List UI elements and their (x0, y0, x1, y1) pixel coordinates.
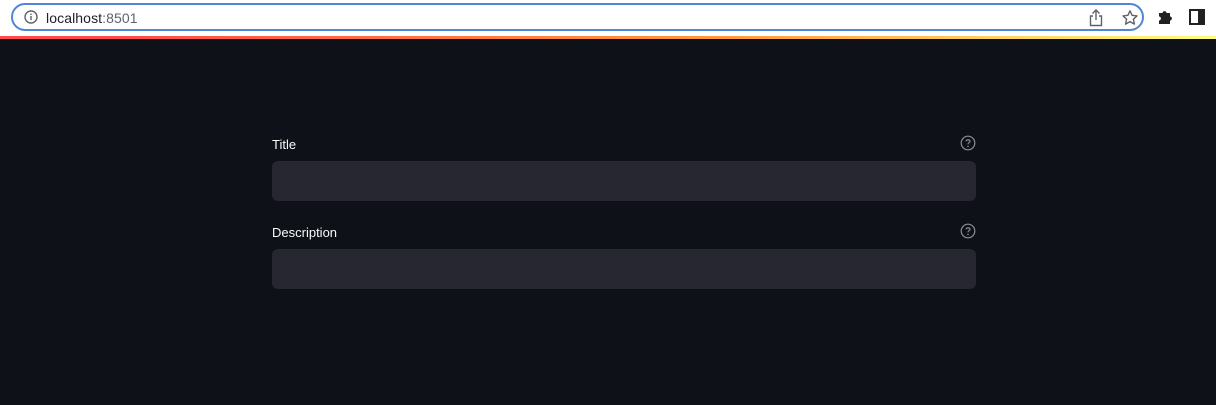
star-icon[interactable] (1121, 9, 1139, 27)
description-input[interactable] (272, 249, 976, 289)
help-icon[interactable] (960, 135, 976, 151)
url-text[interactable]: localhost:8501 (46, 10, 138, 26)
url-port: :8501 (102, 10, 138, 26)
title-input[interactable] (272, 161, 976, 201)
side-panel-icon[interactable] (1189, 9, 1205, 25)
title-label: Title (272, 137, 297, 152)
app-main: Title Description (0, 39, 1216, 405)
share-icon[interactable] (1088, 9, 1104, 27)
url-host: localhost (46, 10, 103, 26)
description-label: Description (272, 225, 338, 240)
puzzle-icon[interactable] (1156, 8, 1174, 26)
address-bar[interactable]: localhost:8501 (11, 3, 1144, 31)
info-icon[interactable] (24, 10, 38, 24)
browser-toolbar: localhost:8501 (0, 0, 1216, 36)
help-icon[interactable] (960, 223, 976, 239)
